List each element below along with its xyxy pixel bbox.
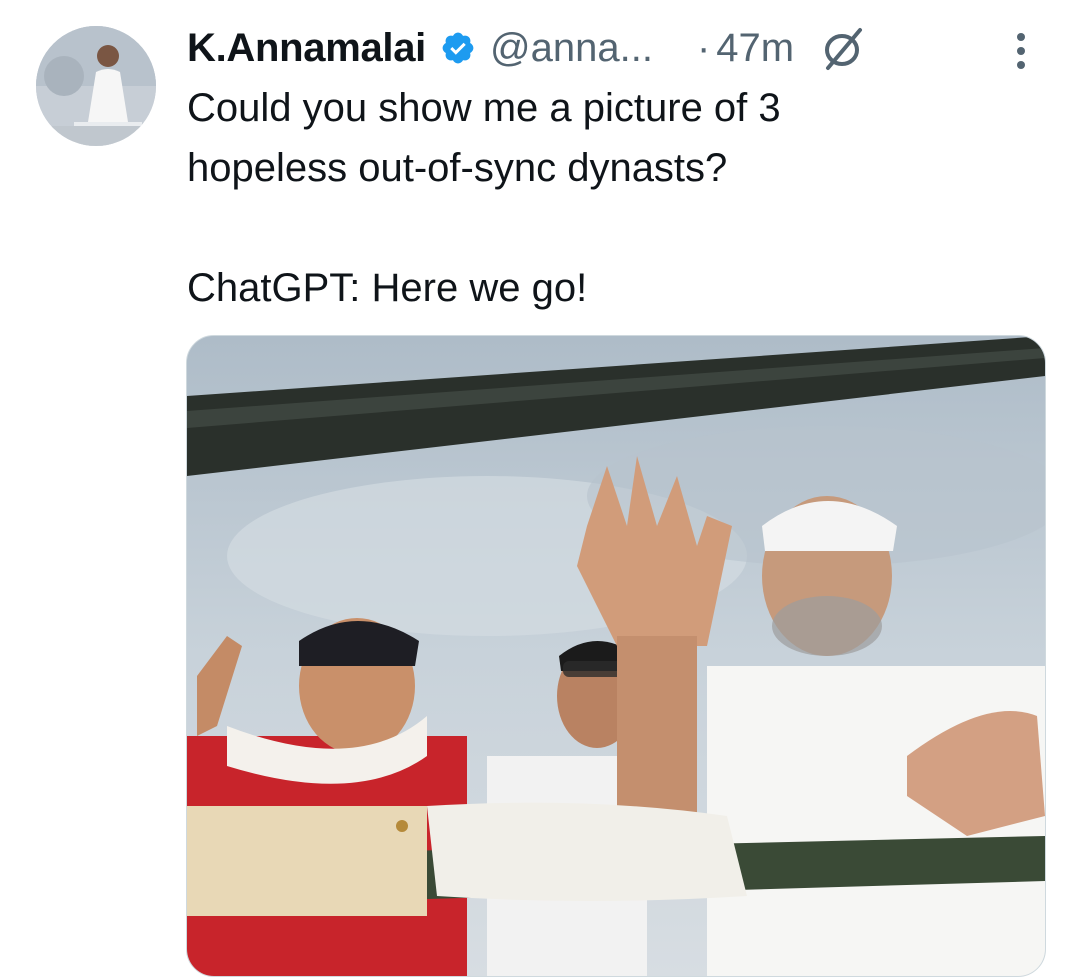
timestamp[interactable]: · 47m <box>697 26 794 71</box>
no-sign-icon <box>820 24 868 72</box>
more-options-icon[interactable] <box>1014 32 1028 72</box>
time-ago: 47m <box>716 25 795 70</box>
tweet-media-photo[interactable] <box>186 335 1046 977</box>
author-avatar[interactable] <box>36 26 156 146</box>
separator-dot: · <box>696 25 711 70</box>
tweet-header: K.Annamalai @anna... · 47m <box>187 20 1040 76</box>
verified-badge-icon <box>440 30 476 66</box>
author-name[interactable]: K.Annamalai <box>187 26 426 71</box>
avatar-image <box>36 26 156 146</box>
photo-image <box>187 336 1045 976</box>
author-handle[interactable]: @anna... <box>490 26 653 71</box>
tweet-text: Could you show me a picture of 3 hopeles… <box>187 86 781 310</box>
